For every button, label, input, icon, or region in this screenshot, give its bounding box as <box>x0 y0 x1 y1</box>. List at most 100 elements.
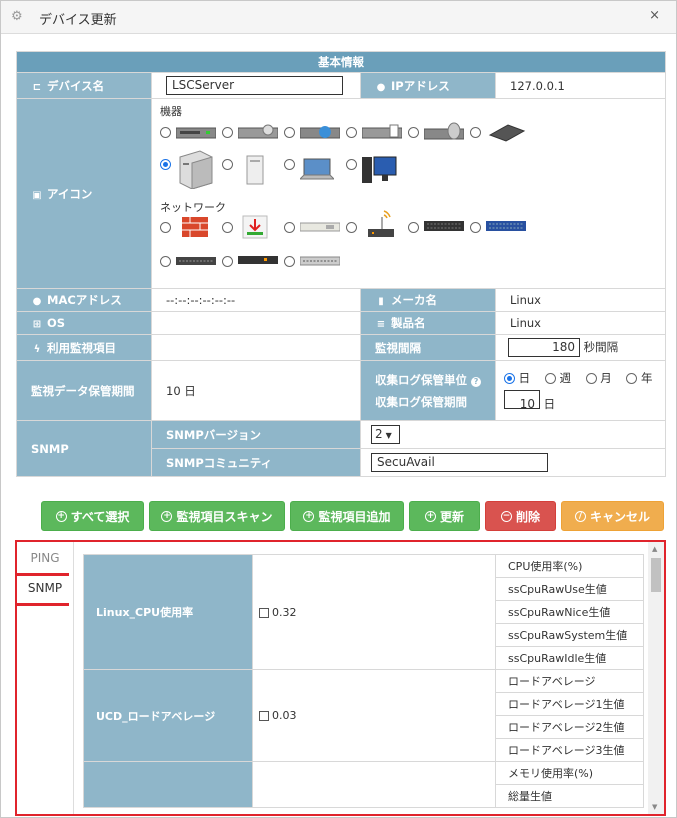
monitor-panel: PING SNMP Linux_CPU使用率 0.32 CPU使用率(%) ss… <box>15 540 666 816</box>
group-value: 0.03 <box>272 709 297 722</box>
interval-unit: 秒間隔 <box>583 340 619 354</box>
bolt-icon: ϟ <box>33 343 41 355</box>
retention-value: 10 日 <box>151 360 361 421</box>
tab-ping[interactable]: PING <box>17 543 73 573</box>
icon-radio[interactable] <box>284 222 295 233</box>
icon-radio[interactable] <box>160 222 171 233</box>
icon-radio[interactable] <box>346 159 357 170</box>
log-unit-day-radio[interactable] <box>504 372 515 384</box>
update-label: 更新 <box>439 509 464 524</box>
tag-icon: ⊏ <box>32 81 42 93</box>
select-all-button[interactable]: + すべて選択 <box>41 501 144 531</box>
building-icon: ▮ <box>378 296 384 307</box>
windows-icon: ⊞ <box>32 319 42 330</box>
icon-radio[interactable] <box>470 222 481 233</box>
wireless-router-icon <box>368 210 394 237</box>
monitor-table: Linux_CPU使用率 0.32 CPU使用率(%) ssCpuRawUse生… <box>83 554 644 808</box>
monitor-item: ssCpuRawIdle生値 <box>495 646 644 670</box>
log-unit-day-label: 日 <box>518 370 531 385</box>
log-period-input[interactable]: 10 <box>504 389 540 411</box>
icon-label: アイコン <box>47 186 93 201</box>
plus-circle-icon: + <box>303 510 315 522</box>
plus-circle-icon: + <box>55 510 67 522</box>
icon-radio[interactable] <box>222 222 233 233</box>
cancel-button[interactable]: / キャンセル <box>561 501 664 531</box>
device-update-dialog: ⚙ デバイス更新 × 基本情報 ⊏ デバイス名 LSCServer ● IPアドレス… <box>0 0 677 818</box>
image-icon: ▣ <box>32 189 42 201</box>
log-unit-month-radio[interactable] <box>585 372 597 384</box>
equipment-row-2 <box>160 149 640 189</box>
scan-label: 監視項目スキャン <box>176 509 273 524</box>
monitor-items-label: 利用監視項目 <box>47 340 116 355</box>
maker-label: メーカ名 <box>391 293 437 307</box>
add-monitor-button[interactable]: + 監視項目追加 <box>290 501 404 531</box>
icon-radio[interactable] <box>408 222 419 233</box>
delete-label: 削除 <box>515 509 540 524</box>
icon-radio[interactable] <box>222 256 233 267</box>
interval-input[interactable]: 180 <box>508 338 580 357</box>
scroll-up-icon[interactable]: ▲ <box>652 545 657 553</box>
icon-radio-selected[interactable] <box>160 159 171 170</box>
snmp-label: SNMP <box>16 420 152 477</box>
log-unit-week-label: 週 <box>559 370 571 385</box>
vertical-scrollbar[interactable]: ▲ ▼ <box>648 542 664 814</box>
firewall-icon <box>182 217 208 237</box>
monitor-item: 総量生値 <box>495 784 644 808</box>
icon-radio[interactable] <box>222 127 233 138</box>
switch-blue-icon <box>486 221 526 231</box>
tab-list: PING SNMP <box>17 542 74 814</box>
group-checkbox[interactable] <box>259 607 269 618</box>
icon-radio[interactable] <box>284 256 295 267</box>
title-bar: ⚙ デバイス更新 × <box>1 1 676 34</box>
help-icon[interactable]: ? <box>471 376 482 387</box>
globe-icon: ● <box>376 81 386 93</box>
scroll-down-icon[interactable]: ▼ <box>652 803 657 811</box>
monitor-item: ロードアベレージ <box>495 669 644 693</box>
monitor-item: ロードアベレージ2生値 <box>495 715 644 739</box>
group-checkbox[interactable] <box>259 711 269 721</box>
mac-address-value: --:--:--:--:--:-- <box>151 288 361 312</box>
icon-radio[interactable] <box>470 127 481 138</box>
maker-value: Linux <box>495 288 666 312</box>
close-icon[interactable]: × <box>649 8 660 23</box>
device-name-input[interactable]: LSCServer <box>166 76 343 95</box>
log-unit-year-label: 年 <box>641 370 653 385</box>
monitor-item: ロードアベレージ1生値 <box>495 692 644 716</box>
web-server-icon <box>300 126 340 139</box>
switch-dark-icon <box>424 221 464 231</box>
icon-radio[interactable] <box>284 127 295 138</box>
group-value: 0.32 <box>272 605 297 619</box>
log-unit-week-radio[interactable] <box>544 372 556 384</box>
tab-active-indicator <box>17 603 69 606</box>
list-icon: ≡ <box>376 319 386 330</box>
os-label: OS <box>47 316 66 330</box>
tab-snmp[interactable]: SNMP <box>17 573 73 603</box>
icon-radio[interactable] <box>346 127 357 138</box>
product-value: Linux <box>495 311 666 335</box>
delete-button[interactable]: − 削除 <box>485 501 556 531</box>
interval-label: 監視間隔 <box>360 334 496 361</box>
icon-radio[interactable] <box>160 127 171 138</box>
monitor-item: ssCpuRawSystem生値 <box>495 623 644 647</box>
scrollbar-thumb[interactable] <box>651 558 661 592</box>
monitor-item: ssCpuRawNice生値 <box>495 600 644 624</box>
icon-radio[interactable] <box>284 159 295 170</box>
icon-radio[interactable] <box>408 127 419 138</box>
snmp-community-input[interactable]: SecuAvail <box>371 453 548 472</box>
mac-address-label: MACアドレス <box>47 293 122 307</box>
icon-radio[interactable] <box>160 256 171 267</box>
basic-info-table: 基本情報 ⊏ デバイス名 LSCServer ● IPアドレス 127.0.0.1 … <box>16 51 666 477</box>
update-button[interactable]: + 更新 <box>409 501 480 531</box>
group-name: Linux_CPU使用率 <box>83 554 253 670</box>
icon-radio[interactable] <box>222 159 233 170</box>
equipment-group-label: 機器 <box>160 105 182 118</box>
scan-button[interactable]: + 監視項目スキャン <box>149 501 285 531</box>
ip-address-label: IPアドレス <box>391 78 450 93</box>
log-unit-year-radio[interactable] <box>626 372 638 384</box>
plus-circle-icon: + <box>424 510 436 522</box>
log-unit-label: 収集ログ保管単位 <box>375 372 467 387</box>
group-name <box>83 761 253 808</box>
rack-server-icon <box>176 127 216 139</box>
snmp-version-select[interactable]: 2 ▼ <box>371 425 400 444</box>
icon-radio[interactable] <box>346 222 357 233</box>
